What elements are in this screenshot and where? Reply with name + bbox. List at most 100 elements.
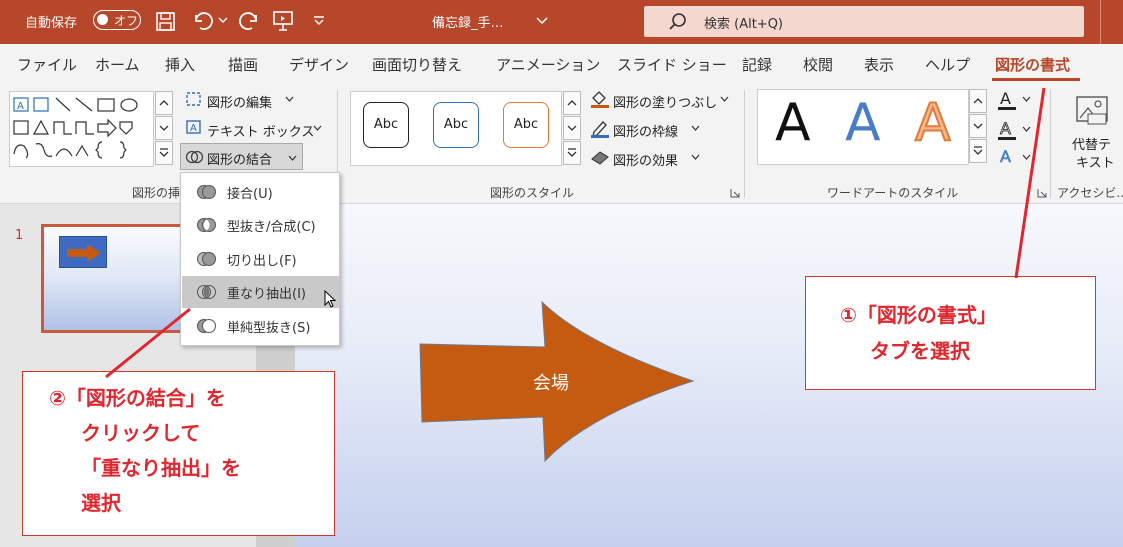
mouse-cursor-icon (324, 289, 337, 308)
wordart-scroll-down[interactable] (969, 114, 987, 138)
edit-shape-dropdown-icon[interactable] (285, 96, 294, 102)
shapes-gallery-icons: A (13, 97, 138, 159)
merge-shapes-dropdown-icon (288, 155, 297, 161)
combine-icon (197, 218, 216, 232)
ribbon-tabs: ファイル ホーム 挿入 描画 デザイン 画面切り替え アニメーション スライド … (0, 44, 1123, 84)
menu-item-label: 切り出し(F) (227, 254, 297, 269)
edit-shape-button[interactable]: 図形の編集 (207, 92, 272, 111)
save-icon[interactable] (156, 12, 176, 32)
menu-item-fragment[interactable]: 切り出し(F) (182, 243, 339, 275)
document-title: 備忘録_手… (432, 16, 504, 31)
tab-design[interactable]: デザイン (289, 54, 349, 75)
autosave-label: 自動保存 (25, 16, 78, 31)
chevron-down-icon (973, 123, 983, 129)
chevron-down-icon (567, 125, 577, 131)
callout-1-pointer-line (1014, 87, 1046, 279)
menu-item-label: 単純型抜き(S) (227, 321, 311, 336)
wordart-style-2[interactable]: A (845, 88, 881, 158)
tab-record[interactable]: 記録 (742, 54, 772, 75)
shape-fill-dropdown-icon[interactable] (720, 96, 729, 102)
undo-icon[interactable] (192, 11, 214, 31)
menu-item-label: 重なり抽出(I) (227, 287, 306, 302)
styles-more[interactable] (563, 141, 581, 165)
text-box-dropdown-icon[interactable] (313, 125, 322, 131)
wordart-style-1[interactable]: A (775, 88, 811, 158)
shape-style-preset-3[interactable]: Abc (503, 102, 549, 148)
slide-number: 1 (15, 228, 24, 243)
tab-view[interactable]: 表示 (864, 54, 894, 75)
present-icon[interactable] (272, 10, 294, 32)
merge-shapes-label: 図形の結合 (207, 153, 273, 168)
group-label-shape-styles: 図形のスタイル (490, 186, 575, 200)
tab-animations[interactable]: アニメーション (496, 54, 600, 75)
search-box[interactable]: 検索 (Alt+Q) (644, 6, 1084, 37)
tab-review[interactable]: 校閲 (803, 54, 833, 75)
shapes-more[interactable] (155, 141, 173, 165)
title-bar: 自動保存 オフ 備忘録_手… 検索 (Alt+Q) (0, 0, 1123, 44)
search-icon (669, 13, 686, 30)
ribbon: A 図形の編集 A テキスト ボックス 図形の結合 図形の挿入 Abc Abc (0, 84, 1123, 204)
dialog-launcher-icon[interactable] (730, 188, 740, 198)
fill-bucket-icon (591, 91, 609, 108)
redo-icon[interactable] (238, 11, 260, 31)
callout-1-line-1: ①「図形の書式」 (840, 303, 997, 327)
menu-item-combine[interactable]: 型抜き/合成(C) (182, 209, 339, 241)
callout-2-line-3: 「重なり抽出」を (81, 456, 241, 480)
menu-item-union[interactable]: 接合(U) (182, 176, 339, 208)
styles-scroll-down[interactable] (563, 116, 581, 140)
wordart-more[interactable] (969, 139, 987, 163)
chevron-up-icon (973, 98, 983, 104)
wordart-scroll-up[interactable] (969, 89, 987, 113)
shapes-scroll-up[interactable] (155, 91, 173, 115)
undo-dropdown-icon[interactable] (218, 17, 228, 25)
intersect-icon (197, 285, 216, 299)
tab-insert[interactable]: 挿入 (165, 54, 195, 75)
merge-shapes-icon (185, 150, 204, 164)
shape-fill-button[interactable]: 図形の塗りつぶし (613, 92, 717, 111)
shape-outline-button[interactable]: 図形の枠線 (613, 121, 678, 140)
shape-outline-dropdown-icon[interactable] (691, 125, 700, 131)
shapes-gallery[interactable]: A (9, 91, 154, 167)
fragment-icon (197, 252, 216, 266)
alt-text-button-line2[interactable]: キスト (1076, 152, 1115, 171)
menu-item-intersect[interactable]: 重なり抽出(I) (182, 276, 339, 308)
callout-step-2: ②「図形の結合」を クリックして 「重なり抽出」を 選択 (22, 371, 335, 536)
thumbnail-shape (59, 236, 107, 268)
tab-file[interactable]: ファイル (17, 54, 77, 75)
customize-qat-icon[interactable] (313, 16, 325, 26)
callout-2-line-2: クリックして (81, 421, 201, 445)
merge-shapes-menu: 接合(U) 型抜き/合成(C) 切り出し(F) 重なり抽出(I) 単純型抜き(S… (180, 172, 340, 346)
tab-home[interactable]: ホーム (95, 54, 140, 75)
text-box-icon: A (186, 120, 201, 134)
shape-effects-dropdown-icon[interactable] (691, 154, 700, 160)
alt-text-icon (1076, 96, 1108, 125)
shape-style-preset-1[interactable]: Abc (363, 102, 409, 148)
group-separator (744, 90, 745, 198)
shape-effects-button[interactable]: 図形の効果 (613, 150, 678, 169)
tab-slideshow[interactable]: スライド ショー (617, 54, 727, 75)
chevron-down-icon (159, 125, 169, 131)
tab-shape-format[interactable]: 図形の書式 (995, 54, 1070, 75)
divider (1100, 0, 1101, 44)
autosave-toggle[interactable]: オフ (93, 10, 141, 30)
edit-shape-icon (186, 92, 201, 106)
pen-outline-icon (591, 121, 609, 138)
tab-draw[interactable]: 描画 (228, 54, 258, 75)
svg-text:A: A (190, 123, 197, 134)
text-box-button[interactable]: テキスト ボックス (207, 121, 314, 140)
tab-transitions[interactable]: 画面切り替え (372, 54, 462, 75)
shape-style-preset-2[interactable]: Abc (433, 102, 479, 148)
callout-2-line-1: ②「図形の結合」を (49, 386, 226, 410)
wordart-style-3[interactable]: A (914, 88, 952, 158)
alt-text-button[interactable]: 代替テ (1072, 134, 1111, 153)
shapes-scroll-down[interactable] (155, 116, 173, 140)
callout-1-line-2: タブを選択 (870, 339, 970, 363)
menu-item-subtract[interactable]: 単純型抜き(S) (182, 310, 339, 342)
merge-shapes-button[interactable]: 図形の結合 (180, 143, 303, 170)
styles-scroll-up[interactable] (563, 91, 581, 115)
toggle-knob (97, 14, 108, 25)
title-dropdown-icon[interactable] (536, 17, 548, 25)
more-icon (159, 148, 169, 157)
search-input[interactable]: 検索 (Alt+Q) (704, 13, 783, 32)
tab-help[interactable]: ヘルプ (925, 54, 970, 75)
